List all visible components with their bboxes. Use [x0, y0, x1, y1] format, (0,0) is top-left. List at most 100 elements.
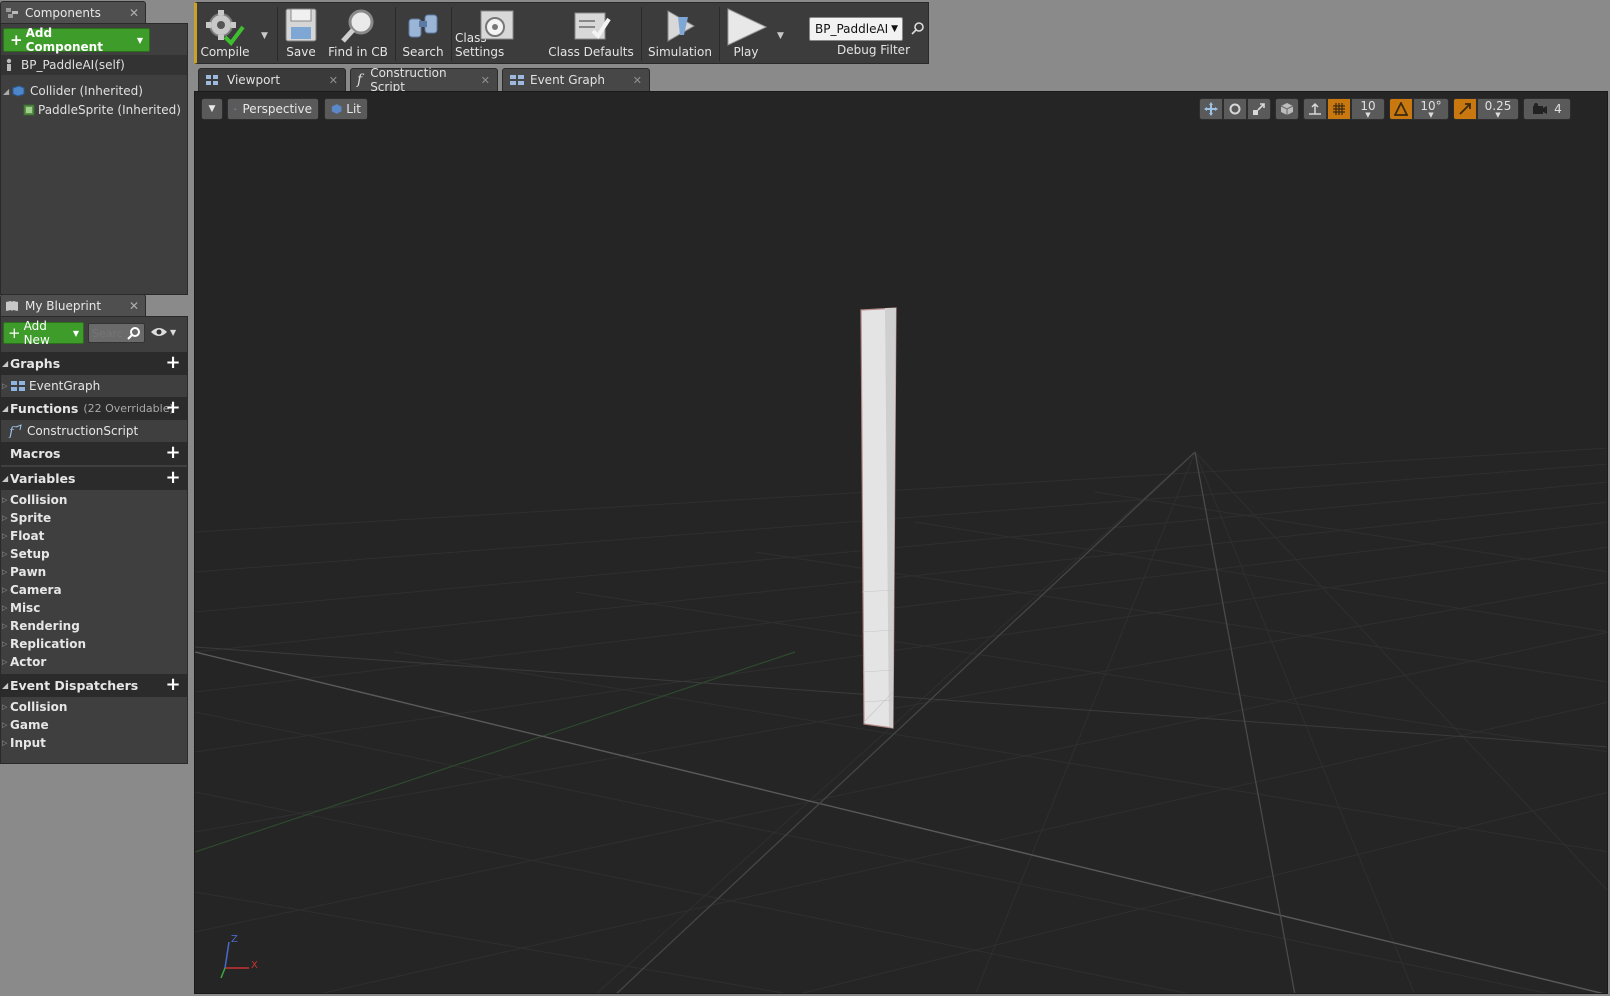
- variable-category[interactable]: ▷ Float: [1, 527, 187, 545]
- chevron-down-icon[interactable]: ▼: [261, 31, 268, 41]
- compile-label: Compile: [200, 45, 250, 59]
- chevron-down-icon: ▼: [1495, 110, 1501, 119]
- expand-icon[interactable]: ▷: [2, 496, 10, 504]
- add-macro-button[interactable]: +: [163, 443, 183, 463]
- chevron-down-icon[interactable]: ▼: [777, 31, 784, 41]
- expand-icon[interactable]: ▷: [2, 622, 10, 630]
- scale-mode-button[interactable]: [1247, 98, 1271, 120]
- add-function-button[interactable]: +: [163, 398, 183, 418]
- book-icon: [6, 300, 18, 311]
- scale-snap-toggle[interactable]: [1453, 98, 1477, 120]
- grid-snap-value[interactable]: 10 ▼: [1351, 98, 1385, 120]
- expand-icon[interactable]: ▷: [2, 658, 10, 666]
- tab-construction-script[interactable]: f Construction Script ✕: [350, 66, 498, 94]
- perspective-button[interactable]: Perspective: [227, 98, 319, 120]
- coordinate-space-button[interactable]: [1275, 98, 1299, 120]
- expand-icon[interactable]: ▷: [2, 721, 10, 729]
- variable-category[interactable]: ▷ Replication: [1, 635, 187, 653]
- add-new-button[interactable]: + Add New ▼: [3, 319, 84, 347]
- expand-icon[interactable]: ◢: [3, 87, 11, 96]
- section-title: Event Dispatchers: [10, 678, 139, 693]
- expand-icon[interactable]: ▷: [2, 640, 10, 648]
- variable-category[interactable]: ▷ Rendering: [1, 617, 187, 635]
- variable-category[interactable]: ▷ Collision: [1, 491, 187, 509]
- grid-icon: [1333, 103, 1345, 115]
- dispatcher-category[interactable]: ▷ Input: [1, 734, 187, 752]
- expand-icon[interactable]: ▷: [2, 739, 10, 747]
- toolbar: Compile ▼ Save Find in CB Search Class S…: [194, 2, 929, 64]
- close-icon[interactable]: ✕: [329, 74, 338, 87]
- expand-icon[interactable]: ▷: [2, 604, 10, 612]
- tree-item-paddlesprite[interactable]: PaddleSprite (Inherited): [1, 100, 187, 120]
- add-variable-button[interactable]: +: [163, 468, 183, 488]
- tab-event-graph[interactable]: Event Graph ✕: [502, 68, 650, 91]
- lit-label: Lit: [346, 102, 361, 116]
- translate-mode-button[interactable]: [1199, 98, 1223, 120]
- lit-button[interactable]: Lit: [324, 98, 368, 120]
- class-settings-button[interactable]: Class Settings: [455, 3, 539, 63]
- rotation-snap-toggle[interactable]: [1389, 98, 1413, 120]
- overridable-count: (22 Overridable): [83, 402, 174, 415]
- grid-snap-toggle[interactable]: [1327, 98, 1351, 120]
- close-icon[interactable]: ✕: [481, 74, 490, 87]
- search-input[interactable]: [89, 325, 127, 341]
- perspective-icon: [234, 108, 237, 110]
- my-blueprint-tab[interactable]: My Blueprint ✕: [0, 294, 146, 316]
- tree-item-collider[interactable]: ◢ Collider (Inherited): [1, 81, 187, 101]
- save-button[interactable]: Save: [281, 3, 321, 63]
- section-variables[interactable]: ◢ Variables +: [1, 467, 187, 490]
- chevron-down-icon: ▼: [170, 327, 177, 337]
- viewport-options-button[interactable]: ▼: [201, 98, 223, 120]
- variable-category[interactable]: ▷ Camera: [1, 581, 187, 599]
- function-item-constructionscript[interactable]: f ConstructionScript: [1, 422, 187, 440]
- expand-icon[interactable]: ▷: [2, 568, 10, 576]
- surface-snap-button[interactable]: [1303, 98, 1327, 120]
- add-component-label: Add Component: [25, 26, 103, 54]
- add-graph-button[interactable]: +: [163, 353, 183, 373]
- add-component-button[interactable]: + Add Component ▼: [3, 26, 150, 54]
- expand-icon[interactable]: ▷: [2, 550, 10, 558]
- view-options-button[interactable]: ▼: [150, 326, 176, 338]
- close-icon[interactable]: ✕: [129, 6, 139, 20]
- variable-category[interactable]: ▷ Pawn: [1, 563, 187, 581]
- expand-icon[interactable]: ▷: [2, 514, 10, 522]
- variable-category[interactable]: ▷ Actor: [1, 653, 187, 671]
- expand-icon[interactable]: ▷: [2, 586, 10, 594]
- scale-snap-value[interactable]: 0.25 ▼: [1477, 98, 1519, 120]
- graph-item-eventgraph[interactable]: ▷ EventGraph: [1, 377, 187, 395]
- variable-category[interactable]: ▷ Setup: [1, 545, 187, 563]
- simulation-button[interactable]: Simulation: [645, 3, 715, 63]
- search-field[interactable]: [88, 323, 145, 343]
- search-icon[interactable]: [911, 21, 925, 35]
- camera-speed-button[interactable]: 4: [1523, 98, 1571, 120]
- variable-category-label: Collision: [10, 493, 68, 507]
- compile-button[interactable]: Compile: [197, 3, 253, 63]
- section-event-dispatchers[interactable]: ◢ Event Dispatchers +: [1, 674, 187, 697]
- level-viewport[interactable]: ▼ Perspective Lit 10 ▼ 10° ▼ 0.25 ▼ 4 X …: [194, 91, 1608, 994]
- dispatcher-category[interactable]: ▷ Collision: [1, 698, 187, 716]
- expand-icon[interactable]: ▷: [2, 532, 10, 540]
- rotate-mode-button[interactable]: [1223, 98, 1247, 120]
- rotate-icon: [1229, 103, 1241, 115]
- close-icon[interactable]: ✕: [633, 74, 642, 87]
- close-icon[interactable]: ✕: [129, 299, 139, 313]
- debug-object-select[interactable]: BP_PaddleAI ▼: [809, 17, 903, 41]
- graph-icon: [11, 381, 25, 391]
- components-tab[interactable]: Components ✕: [0, 1, 146, 23]
- section-macros[interactable]: Macros +: [1, 442, 187, 465]
- variable-category[interactable]: ▷ Misc: [1, 599, 187, 617]
- expand-icon[interactable]: ▷: [2, 703, 10, 711]
- variable-category[interactable]: ▷ Sprite: [1, 509, 187, 527]
- section-graphs[interactable]: ◢ Graphs +: [1, 352, 187, 375]
- search-button[interactable]: Search: [399, 3, 447, 63]
- dispatcher-category[interactable]: ▷ Game: [1, 716, 187, 734]
- expand-icon[interactable]: ▷: [2, 382, 10, 390]
- section-functions[interactable]: ◢ Functions (22 Overridable) +: [1, 397, 187, 420]
- tab-viewport[interactable]: Viewport ✕: [198, 68, 346, 91]
- class-defaults-button[interactable]: Class Defaults: [545, 3, 637, 63]
- add-event-dispatcher-button[interactable]: +: [163, 675, 183, 695]
- find-in-cb-button[interactable]: Find in CB: [325, 3, 391, 63]
- play-button[interactable]: Play: [723, 3, 769, 63]
- rotation-snap-value[interactable]: 10° ▼: [1413, 98, 1449, 120]
- self-row[interactable]: BP_PaddleAI(self): [1, 55, 187, 75]
